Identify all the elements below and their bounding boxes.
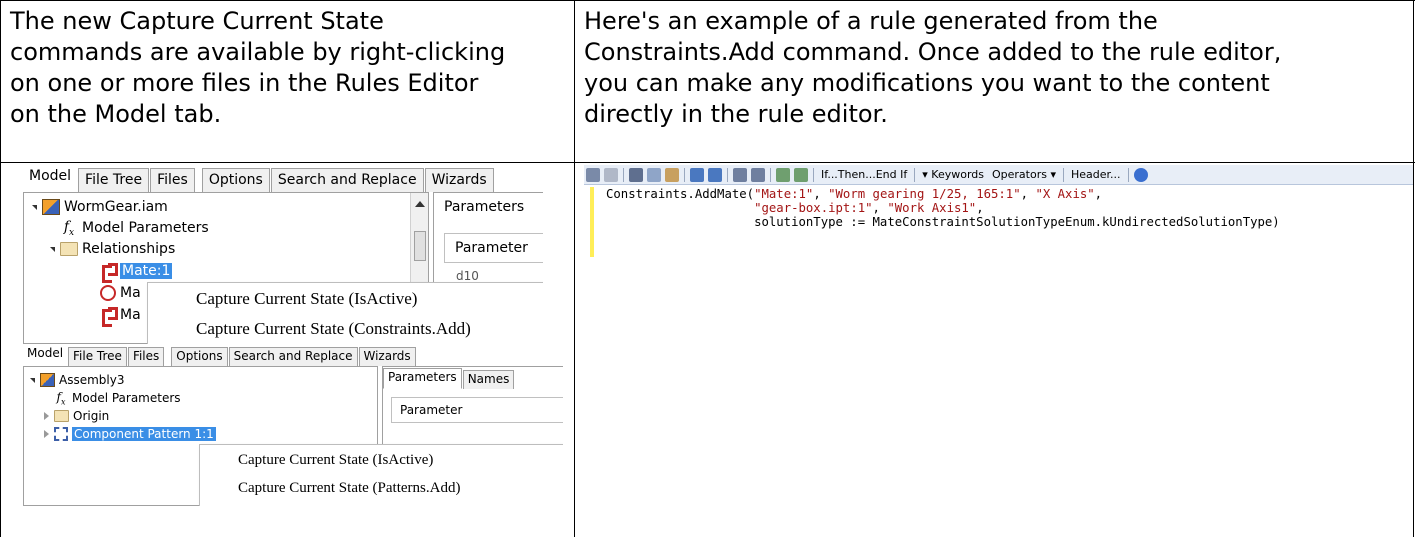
tree-item-mate-2[interactable]: Ma [100, 283, 141, 303]
tab-search-and-replace[interactable]: Search and Replace [228, 347, 358, 366]
toolbar-separator [770, 167, 771, 182]
tree-item-component-pattern[interactable]: Component Pattern 1:1 [44, 425, 216, 443]
redo-icon[interactable] [708, 167, 722, 182]
rules-editor-screenshot-1: Model File Tree Files Options Search and… [23, 164, 543, 344]
indent-icon[interactable] [733, 167, 747, 182]
folder-icon [54, 410, 69, 422]
parameters-tabs: Parameters Names [383, 367, 515, 389]
assembly-icon [40, 373, 55, 387]
rules-editor-tabs: Model File Tree Files Options Search and… [23, 344, 417, 366]
expand-icon[interactable] [50, 246, 55, 252]
menu-item-capture-isactive[interactable]: Capture Current State (IsActive) [196, 289, 417, 309]
menu-item-capture-patterns-add[interactable]: Capture Current State (Patterns.Add) [238, 480, 460, 497]
toolbar-separator [727, 167, 728, 182]
table-divider-vertical [574, 0, 575, 537]
table-border-top [0, 0, 1415, 1]
copy-icon[interactable] [647, 167, 661, 182]
parameter-column-header: Parameter [400, 403, 463, 417]
collapse-icon[interactable] [44, 412, 49, 420]
mate-icon [100, 263, 118, 283]
tree-item-root[interactable]: Assembly3 [30, 371, 124, 389]
print-icon[interactable] [586, 167, 600, 182]
parameter-column-header: Parameter [455, 240, 528, 256]
right-description: Here's an example of a rule generated fr… [584, 7, 1282, 128]
menu-item-capture-isactive[interactable]: Capture Current State (IsActive) [238, 452, 433, 469]
tab-names[interactable]: Names [462, 370, 515, 389]
toolbar-separator [914, 167, 916, 182]
expand-icon[interactable] [30, 377, 35, 383]
tab-file-tree[interactable]: File Tree [78, 168, 150, 192]
folder-icon [60, 242, 78, 256]
editor-toolbar: If...Then...End If ▾ Keywords Operators … [584, 165, 1413, 185]
paste-icon[interactable] [665, 167, 679, 182]
outdent-icon[interactable] [751, 167, 765, 182]
tree-item-mate-1[interactable]: Mate:1 [100, 261, 173, 283]
table-border-right [1413, 0, 1414, 537]
tab-file-tree[interactable]: File Tree [68, 347, 127, 366]
comment-icon[interactable] [776, 167, 790, 182]
tab-model[interactable]: Model [23, 165, 77, 192]
toolbar-separator [813, 167, 814, 182]
menu-item-capture-constraints-add[interactable]: Capture Current State (Constraints.Add) [196, 319, 471, 339]
help-icon[interactable] [1133, 167, 1148, 182]
cut-icon[interactable] [629, 167, 643, 182]
context-menu-2: Capture Current State (IsActive) Capture… [199, 444, 563, 506]
scroll-up-icon[interactable] [415, 201, 425, 207]
tab-model[interactable]: Model [23, 345, 67, 366]
tree-item-root[interactable]: WormGear.iam [32, 197, 168, 217]
pattern-icon [54, 427, 68, 441]
table-border-left [0, 0, 1, 537]
rule-editor-screenshot: If...Then...End If ▾ Keywords Operators … [584, 165, 1413, 261]
tab-search-and-replace[interactable]: Search and Replace [270, 168, 424, 192]
context-menu-1: Capture Current State (IsActive) Capture… [147, 282, 543, 344]
tree-item-relationships[interactable]: Relationships [50, 239, 175, 259]
tab-wizards[interactable]: Wizards [358, 347, 416, 366]
tab-wizards[interactable]: Wizards [424, 168, 494, 192]
parameters-table: Parameter [391, 397, 563, 423]
keywords-dropdown[interactable]: ▾ Keywords [922, 168, 984, 181]
tab-options[interactable]: Options [171, 347, 228, 366]
target-icon [100, 285, 116, 301]
uncomment-icon[interactable] [794, 167, 808, 182]
modified-lines-marker [590, 187, 594, 257]
parameter-cell: d10 [456, 269, 479, 283]
assembly-icon [42, 199, 60, 215]
tree-item-model-parameters[interactable]: fx Model Parameters [60, 218, 209, 238]
code-line-2[interactable]: "gear-box.ipt:1", "Work Axis1", [606, 201, 984, 215]
table-divider-horizontal [0, 162, 1415, 163]
if-then-button[interactable]: If...Then...End If [821, 168, 907, 181]
tab-parameters[interactable]: Parameters [383, 368, 462, 389]
collapse-icon[interactable] [44, 430, 49, 438]
parameters-title: Parameters [444, 199, 525, 215]
parameters-table: Parameter [444, 233, 543, 263]
function-icon: fx [56, 389, 66, 407]
toolbar-separator [684, 167, 685, 182]
tree-item-origin[interactable]: Origin [44, 407, 109, 425]
rules-editor-screenshot-2: Model File Tree Files Options Search and… [23, 344, 563, 506]
toolbar-separator [1127, 167, 1129, 182]
tab-options[interactable]: Options [201, 168, 270, 192]
code-line-3[interactable]: solutionType := MateConstraintSolutionTy… [606, 215, 1280, 229]
tab-files[interactable]: Files [150, 168, 195, 192]
toolbar-separator [623, 167, 624, 182]
header-button[interactable]: Header... [1071, 168, 1121, 181]
function-icon: fx [63, 218, 75, 238]
tree-item-model-parameters[interactable]: fx Model Parameters [54, 389, 181, 407]
mate-icon [100, 307, 118, 327]
toolbar-separator [1063, 167, 1064, 182]
page-icon[interactable] [604, 167, 618, 182]
left-description: The new Capture Current State commands a… [10, 7, 506, 128]
tree-item-mate-3[interactable]: Ma [100, 305, 141, 327]
code-line-1[interactable]: Constraints.AddMate("Mate:1", "Worm gear… [606, 187, 1102, 201]
expand-icon[interactable] [32, 204, 37, 210]
tab-files[interactable]: Files [127, 347, 165, 366]
operators-dropdown[interactable]: Operators ▾ [992, 168, 1056, 181]
undo-icon[interactable] [690, 167, 704, 182]
rules-editor-tabs: Model File Tree Files Options Search and… [23, 164, 495, 192]
scroll-thumb[interactable] [414, 231, 426, 261]
